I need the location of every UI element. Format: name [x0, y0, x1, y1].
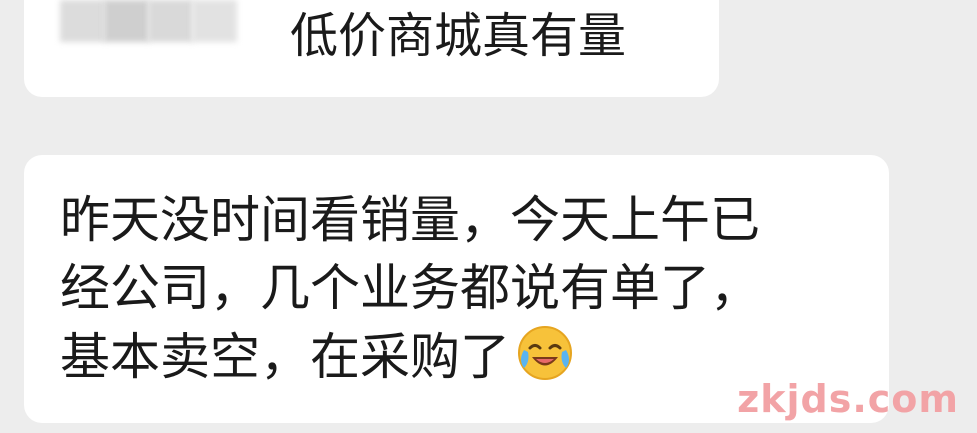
top-message-text: 低价商城真有量 — [290, 8, 627, 64]
blurred-avatar-area — [192, 0, 237, 42]
message-line-2: 经公司，几个业务都说有单了， — [60, 259, 760, 317]
message-line-1: 昨天没时间看销量，今天上午已 — [60, 191, 760, 249]
message-line-3: 基本卖空，在采购了 — [60, 324, 574, 387]
blurred-avatar-area — [60, 0, 105, 42]
message-line-3-text: 基本卖空，在采购了 — [60, 328, 510, 386]
watermark-text: zkjds.com — [737, 377, 959, 421]
blurred-avatar-area — [148, 0, 193, 42]
loudly-crying-laughing-face-icon — [516, 324, 574, 382]
blurred-avatar-area — [104, 0, 149, 42]
